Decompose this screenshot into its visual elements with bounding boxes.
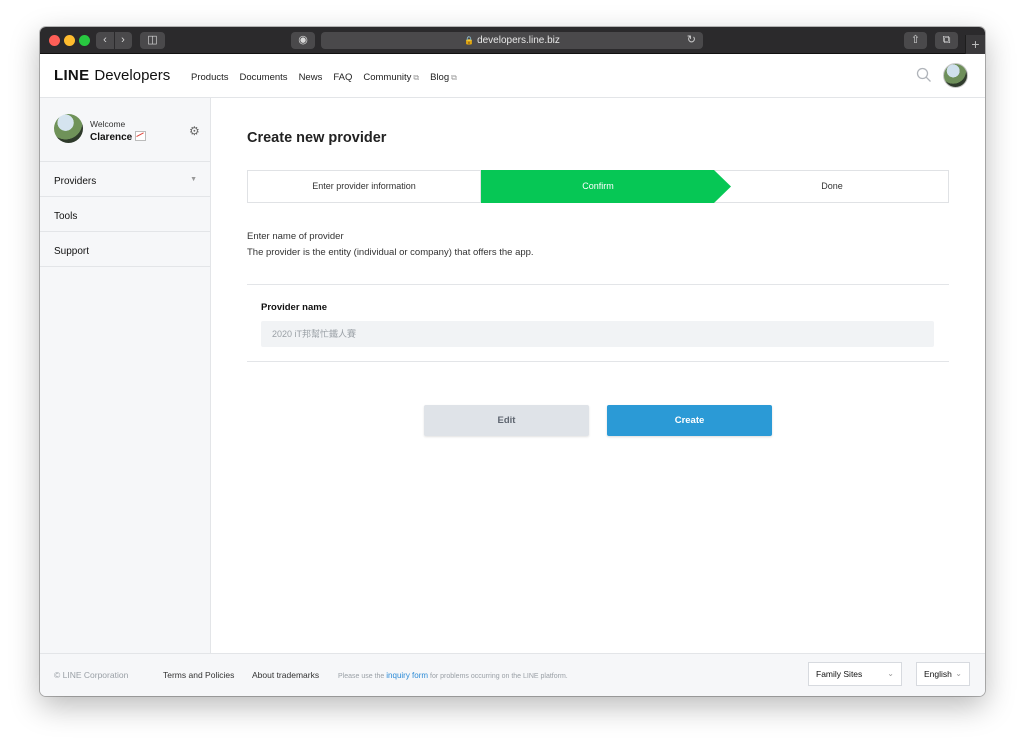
avatar: [54, 114, 83, 143]
close-window-button[interactable]: [49, 35, 60, 46]
language-value: English: [924, 669, 952, 679]
logo-line: LINE: [54, 67, 90, 84]
progress-stepper: Enter provider information Confirm Done: [247, 170, 949, 203]
nav-blog-label: Blog: [430, 72, 450, 83]
chevron-down-icon: ⌄: [955, 669, 962, 678]
instructions-line-1: Enter name of provider: [247, 231, 344, 242]
address-url: developers.line.biz: [477, 35, 560, 46]
create-button[interactable]: Create: [607, 405, 772, 436]
language-select[interactable]: English ⌄: [916, 662, 970, 686]
main-nav: Products Documents News FAQ Community ⧉ B…: [191, 72, 457, 83]
step-confirm: Confirm: [481, 170, 731, 203]
screen: ‹ › ◫ ◉ 🔒 developers.line.biz ↻ ⇧ ⧉ + LINE…: [0, 0, 1024, 749]
step-enter-info: Enter provider information: [248, 171, 481, 202]
trademarks-link[interactable]: About trademarks: [252, 670, 319, 680]
external-link-icon: ⧉: [413, 73, 420, 82]
inquiry-note: Please use the inquiry form for problems…: [338, 671, 568, 680]
terms-link[interactable]: Terms and Policies: [163, 670, 234, 680]
provider-name-label: Provider name: [261, 302, 327, 313]
privacy-shield-icon[interactable]: ◉: [291, 32, 315, 49]
logo-developers: Developers: [94, 67, 171, 84]
step-confirm-label: Confirm: [582, 181, 614, 191]
tab-overview-icon[interactable]: ⧉: [935, 32, 958, 49]
site-footer: © LINE Corporation Terms and Policies Ab…: [40, 653, 985, 696]
forward-icon[interactable]: ›: [115, 32, 132, 49]
browser-window: ‹ › ◫ ◉ 🔒 developers.line.biz ↻ ⇧ ⧉ + LINE…: [40, 27, 985, 696]
instructions-line-2: The provider is the entity (individual o…: [247, 247, 534, 258]
chevron-down-icon: ⌄: [887, 669, 894, 678]
page-title: Create new provider: [247, 130, 387, 146]
browser-toolbar: ‹ › ◫ ◉ 🔒 developers.line.biz ↻ ⇧ ⧉ +: [40, 27, 985, 54]
new-tab-button[interactable]: +: [965, 35, 985, 54]
address-bar[interactable]: 🔒 developers.line.biz ↻: [321, 32, 703, 49]
sidebar: Welcome Clarence ⚙ Providers ▼ Tools Sup…: [40, 98, 211, 653]
share-icon[interactable]: ⇧: [904, 32, 927, 49]
copyright: © LINE Corporation: [54, 670, 129, 680]
user-name: Clarence: [90, 131, 147, 143]
user-name-text: Clarence: [90, 132, 133, 143]
family-sites-select[interactable]: Family Sites ⌄: [808, 662, 902, 686]
lock-icon: 🔒: [464, 36, 475, 45]
line-developers-logo[interactable]: LINE Developers: [54, 67, 170, 84]
sidebar-item-label: Support: [54, 246, 90, 257]
sidebar-item-providers[interactable]: Providers ▼: [40, 162, 210, 197]
history-nav: ‹ ›: [96, 32, 132, 49]
inquiry-note-after: for problems occurring on the LINE platf…: [428, 673, 568, 680]
welcome-panel: Welcome Clarence ⚙: [40, 98, 210, 162]
nav-news[interactable]: News: [299, 72, 323, 83]
external-link-icon: ⧉: [451, 73, 457, 82]
gear-icon[interactable]: ⚙: [189, 124, 200, 138]
provider-summary: Provider name 2020 iT邦幫忙鐵人賽: [247, 284, 949, 362]
site-header: LINE Developers Products Documents News F…: [40, 54, 985, 98]
step-done: Done: [821, 181, 843, 191]
nav-blog[interactable]: Blog ⧉: [430, 72, 457, 83]
sidebar-item-label: Providers: [54, 176, 97, 187]
minimize-window-button[interactable]: [64, 35, 75, 46]
nav-community-label: Community: [363, 72, 412, 83]
nav-documents[interactable]: Documents: [240, 72, 288, 83]
inquiry-note-before: Please use the: [338, 673, 387, 680]
edit-button[interactable]: Edit: [424, 405, 589, 436]
welcome-label: Welcome: [90, 119, 126, 129]
family-sites-value: Family Sites: [816, 669, 863, 679]
back-icon[interactable]: ‹: [97, 32, 114, 49]
reload-icon[interactable]: ↻: [687, 32, 696, 49]
user-avatar[interactable]: [943, 63, 968, 88]
main-content: Create new provider Enter provider infor…: [211, 98, 985, 653]
search-icon[interactable]: [916, 67, 932, 83]
provider-name-value: 2020 iT邦幫忙鐵人賽: [261, 321, 934, 347]
instructions: Enter name of provider The provider is t…: [247, 229, 534, 261]
chart-increasing-icon: [135, 131, 147, 141]
inquiry-form-link[interactable]: inquiry form: [386, 671, 428, 680]
sidebar-item-tools[interactable]: Tools: [40, 197, 210, 232]
sidebar-item-support[interactable]: Support: [40, 232, 210, 267]
sidebar-item-label: Tools: [54, 211, 78, 222]
caret-down-icon: ▼: [190, 176, 197, 183]
nav-faq[interactable]: FAQ: [333, 72, 352, 83]
sidebar-toggle-icon[interactable]: ◫: [140, 32, 165, 49]
zoom-window-button[interactable]: [79, 35, 90, 46]
nav-products[interactable]: Products: [191, 72, 229, 83]
nav-community[interactable]: Community ⧉: [363, 72, 419, 83]
